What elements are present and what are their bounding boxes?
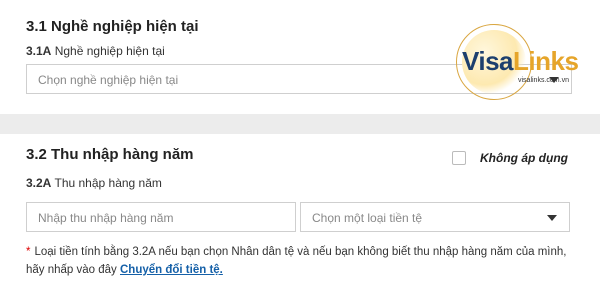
occupation-field-text: Nghề nghiệp hiện tại <box>54 44 165 58</box>
visalinks-logo: VisaLinks visalinks.com.vn <box>452 18 580 110</box>
currency-converter-link[interactable]: Chuyển đổi tiền tệ. <box>120 264 223 276</box>
annual-income-placeholder: Nhập thu nhập hàng năm <box>38 211 174 225</box>
not-applicable-checkbox[interactable] <box>452 151 466 165</box>
logo-part-visa: Visa <box>462 46 514 76</box>
currency-select[interactable]: Chọn một loại tiền tệ <box>300 202 570 232</box>
not-applicable-label[interactable]: Không áp dụng <box>480 151 568 165</box>
currency-note: * Loại tiền tính bằng 3.2A nếu bạn chọn N… <box>26 243 586 279</box>
required-star: * <box>26 246 31 258</box>
income-field-text: Thu nhập hàng năm <box>54 176 162 190</box>
note-text: Loại tiền tính bằng 3.2A nếu bạn chọn Nh… <box>26 246 567 276</box>
income-title: 3.2 Thu nhập hàng năm <box>26 146 194 163</box>
section-divider <box>0 114 600 134</box>
logo-url: visalinks.com.vn <box>518 77 569 84</box>
currency-select-placeholder: Chọn một loại tiền tệ <box>312 211 423 225</box>
income-field-code: 3.2A <box>26 176 52 190</box>
occupation-select-placeholder: Chọn nghề nghiệp hiện tại <box>38 73 179 87</box>
occupation-field-code: 3.1A <box>26 44 52 58</box>
annual-income-input[interactable]: Nhập thu nhập hàng năm <box>26 202 296 232</box>
logo-wordmark: VisaLinks <box>462 46 579 77</box>
occupation-field-label: 3.1A Nghề nghiệp hiện tại <box>26 44 165 58</box>
income-field-label: 3.2A Thu nhập hàng năm <box>26 176 162 190</box>
logo-part-links: Links <box>513 46 579 76</box>
chevron-down-icon <box>547 215 557 221</box>
occupation-title: 3.1 Nghề nghiệp hiện tại <box>26 18 199 35</box>
